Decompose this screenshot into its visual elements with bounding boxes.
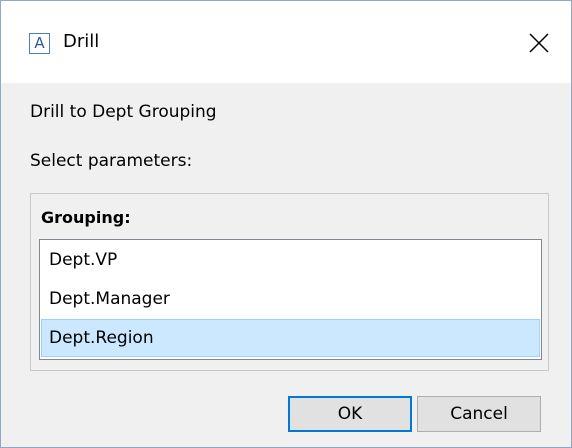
cancel-button[interactable]: Cancel (417, 396, 541, 432)
grouping-label: Grouping: (41, 208, 131, 227)
drill-dialog: A Drill Drill to Dept Grouping Select pa… (0, 0, 572, 448)
list-item-dept-vp[interactable]: Dept.VP (41, 241, 540, 279)
window-title: Drill (63, 31, 100, 52)
dialog-heading: Drill to Dept Grouping (30, 102, 217, 122)
app-letter-a-icon: A (29, 33, 50, 54)
list-item-dept-region[interactable]: Dept.Region (41, 319, 540, 357)
title-bar: A Drill (1, 1, 571, 83)
list-item-dept-manager[interactable]: Dept.Manager (41, 280, 540, 318)
grouping-group-box: Grouping: Dept.VP Dept.Manager Dept.Regi… (30, 193, 549, 371)
grouping-listbox[interactable]: Dept.VP Dept.Manager Dept.Region (39, 239, 542, 360)
close-button[interactable] (519, 23, 559, 63)
select-parameters-label: Select parameters: (30, 151, 193, 171)
ok-button[interactable]: OK (288, 396, 412, 432)
close-icon (529, 33, 549, 53)
